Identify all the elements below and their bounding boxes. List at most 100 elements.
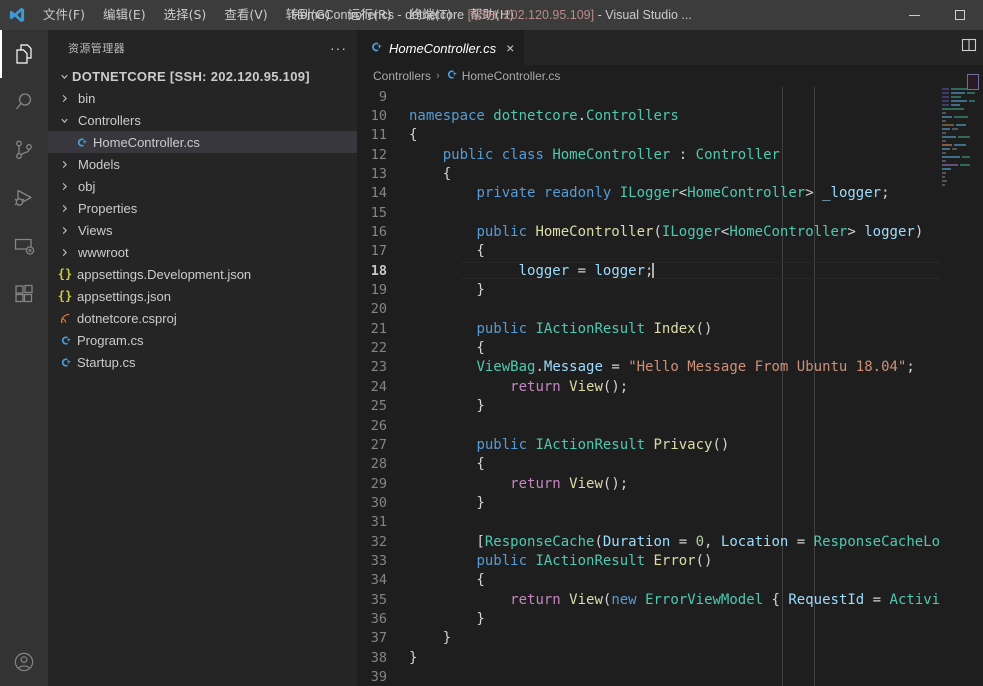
line-content: [ResponseCache(Duration = 0, Location = …: [409, 533, 974, 550]
chevron-right-icon: [56, 203, 72, 214]
line-content: {: [409, 166, 452, 183]
menu-terminal[interactable]: 终端(T): [401, 0, 461, 30]
line-number: 20: [370, 301, 387, 318]
line-content: {: [409, 456, 485, 473]
menu-go[interactable]: 转到(G): [277, 0, 339, 30]
json-icon: {}: [57, 267, 73, 281]
line-number: 11: [370, 127, 387, 144]
code-line-16: 16 public HomeController(ILogger<HomeCon…: [357, 222, 983, 241]
code-editor[interactable]: 9 10 namespace dotnetcore.Controllers 11 {12…: [357, 87, 983, 686]
tree-item-properties[interactable]: Properties: [48, 197, 357, 219]
line-number: 31: [370, 514, 387, 531]
tree-item-label: Properties: [78, 200, 138, 216]
line-content: ViewBag.Message = "Hello Message From Ub…: [476, 359, 915, 376]
activity-item-search[interactable]: [0, 78, 48, 126]
line-number: 33: [370, 552, 387, 569]
account-icon: [12, 650, 36, 674]
line-content: }: [409, 398, 485, 415]
menu-view[interactable]: 查看(V): [215, 0, 276, 30]
tree-item-program-cs[interactable]: Program.cs: [48, 329, 357, 351]
tree-item-views[interactable]: Views: [48, 219, 357, 241]
line-number: 15: [370, 204, 387, 221]
line-content: {: [409, 572, 485, 589]
code-line-22: 22 {: [357, 338, 983, 357]
breadcrumb-file-label: HomeController.cs: [461, 69, 561, 83]
editor-area: HomeController.cs × Controllers › HomeCo…: [357, 30, 983, 686]
tree-item-appsettings-json[interactable]: {} appsettings.json: [48, 285, 357, 307]
explorer-title: 资源管理器: [68, 41, 125, 55]
line-content: public IActionResult Error(): [476, 552, 713, 569]
tree-item-label: dotnetcore.csproj: [77, 310, 177, 326]
tab-homecontroller-cs[interactable]: HomeController.cs ×: [357, 30, 525, 65]
maximize-button[interactable]: [937, 0, 983, 30]
tree-item-obj[interactable]: obj: [48, 175, 357, 197]
editor-actions: [961, 30, 977, 65]
code-line-36: 36 }: [357, 609, 983, 628]
tree-item-startup-cs[interactable]: Startup.cs: [48, 351, 357, 373]
line-number: 13: [370, 166, 387, 183]
activity-item-explorer[interactable]: [0, 30, 48, 78]
menu-edit[interactable]: 编辑(E): [94, 0, 155, 30]
minimize-button[interactable]: [891, 0, 937, 30]
code-line-13: 13 {: [357, 164, 983, 183]
chevron-right-icon: [56, 93, 72, 104]
breadcrumb-folder[interactable]: Controllers: [373, 69, 431, 83]
line-number: 12: [370, 146, 387, 163]
tree-item-label: Startup.cs: [77, 354, 136, 370]
tree-item-label: bin: [78, 90, 96, 106]
activity-item-remote-explorer[interactable]: [0, 222, 48, 270]
title-bar: 文件(F) 编辑(E) 选择(S) 查看(V) 转到(G) 运行(R) 终端(T…: [0, 0, 983, 30]
line-number: 9: [378, 88, 387, 105]
minimap[interactable]: [940, 87, 983, 686]
tree-item-label: Models: [78, 156, 120, 172]
tree-item-appsettings-development-json[interactable]: {} appsettings.Development.json: [48, 263, 357, 285]
csharp-icon: [56, 334, 74, 347]
tree-item-dotnetcore-csproj[interactable]: dotnetcore.csproj: [48, 307, 357, 329]
code-line-19: 19 }: [357, 280, 983, 299]
tree-item-homecontroller-cs[interactable]: HomeController.cs: [48, 131, 357, 153]
tree-item-models[interactable]: Models: [48, 153, 357, 175]
code-line-28: 28 {: [357, 455, 983, 474]
file-tree: DOTNETCORE [SSH: 202.120.95.109] bin Cont…: [48, 65, 357, 373]
activity-item-extensions[interactable]: [0, 270, 48, 318]
close-icon[interactable]: ×: [506, 41, 514, 55]
line-number: 37: [370, 630, 387, 647]
line-number: 32: [370, 533, 387, 550]
line-number: 16: [370, 224, 387, 241]
line-content: public HomeController(ILogger<HomeContro…: [476, 224, 924, 241]
menu-selection[interactable]: 选择(S): [155, 0, 216, 30]
json-icon: {}: [57, 289, 73, 303]
source-control-icon: [12, 138, 36, 162]
code-line-30: 30 }: [357, 493, 983, 512]
menu-help[interactable]: 帮助(H): [461, 0, 523, 30]
line-content: }: [409, 649, 418, 666]
line-content: return View();: [510, 378, 629, 395]
code-line-34: 34 {: [357, 571, 983, 590]
explorer-header: 资源管理器 ···: [48, 30, 357, 65]
tree-item-bin[interactable]: bin: [48, 87, 357, 109]
line-content: {: [409, 243, 485, 260]
explorer-more-actions-icon[interactable]: ···: [330, 40, 347, 56]
tree-item-label: appsettings.json: [77, 288, 171, 304]
code-line-20: 20: [357, 300, 983, 319]
menu-run[interactable]: 运行(R): [339, 0, 400, 30]
code-line-31: 31: [357, 513, 983, 532]
activity-item-account[interactable]: [0, 638, 48, 686]
breadcrumb-file[interactable]: HomeController.cs: [445, 68, 561, 84]
code-line-21: 21 public IActionResult Index(): [357, 319, 983, 338]
code-line-9: 9: [357, 87, 983, 106]
tree-item-controllers[interactable]: Controllers: [48, 109, 357, 131]
tree-item-wwwroot[interactable]: wwwroot: [48, 241, 357, 263]
split-editor-icon[interactable]: [961, 37, 977, 58]
tree-root-dotnetcore[interactable]: DOTNETCORE [SSH: 202.120.95.109]: [48, 65, 357, 87]
code-line-39: 39: [357, 667, 983, 686]
chevron-down-icon: [56, 115, 72, 126]
line-content: }: [409, 494, 485, 511]
code-line-37: 37 }: [357, 629, 983, 648]
tree-item-label: appsettings.Development.json: [77, 266, 252, 282]
minimap-line: [940, 183, 983, 187]
menu-bar: 文件(F) 编辑(E) 选择(S) 查看(V) 转到(G) 运行(R) 终端(T…: [34, 0, 523, 30]
menu-file[interactable]: 文件(F): [34, 0, 94, 30]
activity-item-run-debug[interactable]: [0, 174, 48, 222]
activity-item-source-control[interactable]: [0, 126, 48, 174]
